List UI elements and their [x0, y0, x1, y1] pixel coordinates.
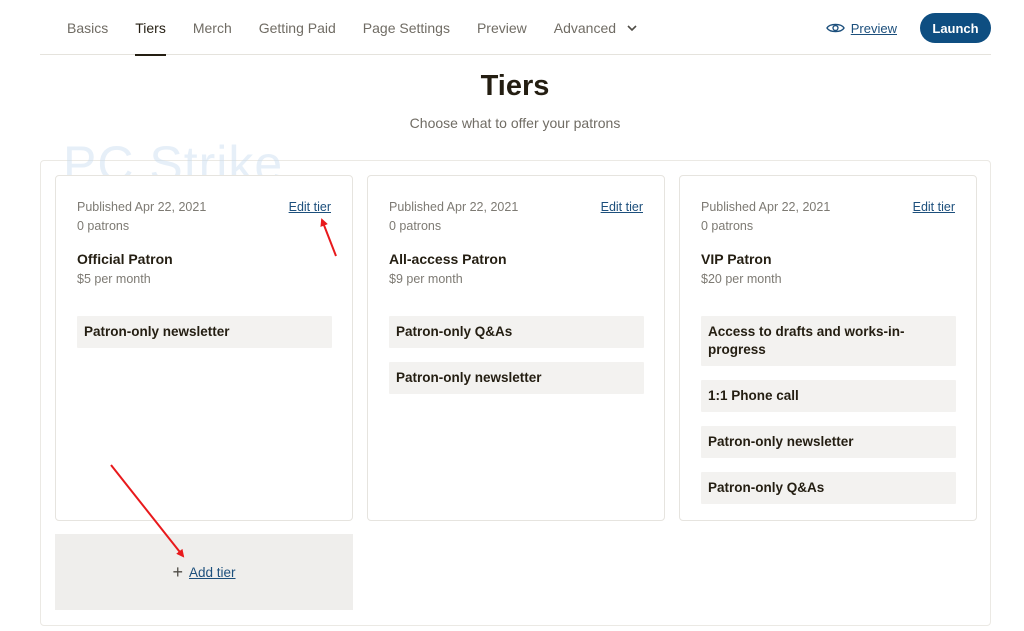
benefit-item: Access to drafts and works-in-progress [701, 316, 956, 366]
published-date: Published Apr 22, 2021 [389, 200, 519, 214]
tab-label: Page Settings [362, 19, 450, 36]
benefit-item: Patron-only newsletter [701, 426, 956, 458]
page-title: Tiers [480, 70, 550, 102]
tier-name: VIP Patron [701, 251, 772, 267]
benefit-item: Patron-only newsletter [389, 362, 644, 394]
benefit-list: Patron-only newsletter [77, 316, 332, 362]
benefit-item: Patron-only newsletter [77, 316, 332, 348]
benefit-item: 1:1 Phone call [701, 380, 956, 412]
tab-preview[interactable]: Preview [477, 0, 527, 55]
patron-count: 0 patrons [701, 219, 754, 233]
tier-card: Published Apr 22, 2021 Edit tier 0 patro… [55, 175, 353, 521]
launch-button[interactable]: Launch [920, 13, 991, 43]
tab-list: Basics Tiers Merch Getting Paid Page Set… [67, 0, 665, 56]
tab-label: Preview [476, 19, 527, 36]
tier-price: $5 per month [77, 272, 151, 286]
tab-label: Basics [67, 19, 109, 36]
patron-count: 0 patrons [389, 219, 442, 233]
patron-count: 0 patrons [77, 219, 130, 233]
page-subtitle: Choose what to offer your patrons [409, 115, 621, 131]
add-tier-button[interactable]: + Add tier [55, 534, 353, 610]
benefit-list: Access to drafts and works-in-progress 1… [701, 316, 956, 518]
eye-icon [825, 23, 845, 33]
tab-label: Tiers [135, 19, 166, 36]
top-nav: Basics Tiers Merch Getting Paid Page Set… [40, 0, 991, 56]
tab-page-settings[interactable]: Page Settings [363, 0, 450, 55]
tier-price: $9 per month [389, 272, 463, 286]
add-tier-label: Add tier [188, 564, 236, 580]
tab-tiers[interactable]: Tiers [135, 0, 166, 56]
chevron-down-icon [627, 24, 637, 31]
tab-merch[interactable]: Merch [193, 0, 232, 55]
benefit-item: Patron-only Q&As [389, 316, 644, 348]
plus-icon: + [172, 562, 183, 582]
tier-card: Published Apr 22, 2021 Edit tier 0 patro… [679, 175, 977, 521]
top-actions: Preview Launch [825, 13, 991, 43]
tier-name: All-access Patron [389, 251, 507, 267]
published-date: Published Apr 22, 2021 [77, 200, 207, 214]
tier-price: $20 per month [701, 272, 782, 286]
tab-getting-paid[interactable]: Getting Paid [259, 0, 336, 55]
tab-label: Merch [192, 19, 232, 36]
published-date: Published Apr 22, 2021 [701, 200, 831, 214]
benefit-item: Patron-only Q&As [701, 472, 956, 504]
preview-link-label: Preview [850, 20, 897, 36]
edit-tier-link[interactable]: Edit tier [601, 200, 643, 214]
benefit-list: Patron-only Q&As Patron-only newsletter [389, 316, 644, 408]
preview-link[interactable]: Preview [825, 20, 897, 36]
tab-label: Getting Paid [258, 19, 336, 36]
tab-advanced[interactable]: Advanced [554, 0, 638, 55]
tier-card: Published Apr 22, 2021 Edit tier 0 patro… [367, 175, 665, 521]
edit-tier-link[interactable]: Edit tier [289, 200, 331, 214]
tab-basics[interactable]: Basics [67, 0, 108, 55]
tier-name: Official Patron [77, 251, 173, 267]
tab-label: Advanced [553, 19, 617, 36]
edit-tier-link[interactable]: Edit tier [913, 200, 955, 214]
